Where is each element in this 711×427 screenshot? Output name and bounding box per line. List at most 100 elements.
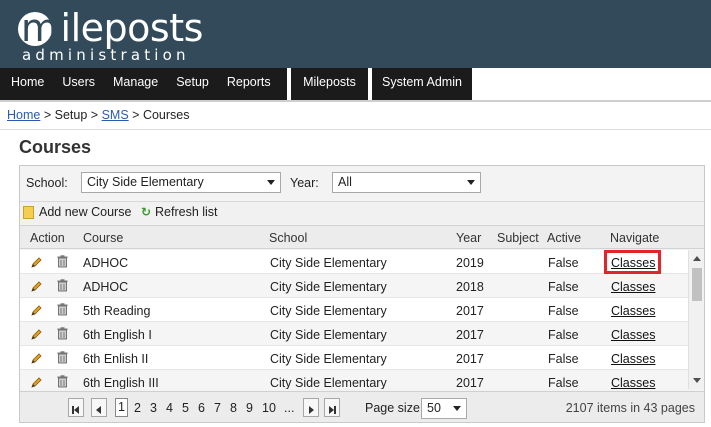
prev-page-button[interactable] xyxy=(91,398,107,417)
course-name: 6th English I xyxy=(83,328,152,342)
pencil-icon[interactable] xyxy=(30,352,43,365)
school-select[interactable]: City Side Elementary xyxy=(81,172,281,193)
page-number[interactable]: 8 xyxy=(230,401,237,415)
classes-link[interactable]: Classes xyxy=(611,304,655,318)
prev-page-icon xyxy=(96,403,101,417)
nav-item-mileposts[interactable]: Mileposts xyxy=(294,68,365,100)
nav-item-home[interactable]: Home xyxy=(2,68,53,100)
trash-icon[interactable] xyxy=(57,375,68,388)
nav-group-main: Home Users Manage Setup Reports xyxy=(0,68,287,100)
school-name: City Side Elementary xyxy=(270,256,387,270)
column-header-action[interactable]: Action xyxy=(30,231,65,245)
trash-icon[interactable] xyxy=(57,279,68,292)
nav-item-users[interactable]: Users xyxy=(53,68,104,100)
courses-grid: ADHOC City Side Elementary 2019 False Cl… xyxy=(20,250,688,389)
year-select[interactable]: All xyxy=(332,172,481,193)
chevron-down-icon xyxy=(467,180,475,185)
page-number[interactable]: 6 xyxy=(198,401,205,415)
table-row: 6th English III City Side Elementary 201… xyxy=(20,370,688,389)
course-active: False xyxy=(548,280,579,294)
grid-scrollbar[interactable] xyxy=(688,250,704,389)
logo-wordmark: mileposts xyxy=(14,6,203,50)
refresh-list-button[interactable]: ↻ Refresh list xyxy=(141,205,218,219)
table-row: ADHOC City Side Elementary 2018 False Cl… xyxy=(20,274,688,298)
column-header-navigate[interactable]: Navigate xyxy=(610,231,659,245)
page-number[interactable]: 4 xyxy=(166,401,173,415)
course-name: 6th Enlish II xyxy=(83,352,149,366)
school-name: City Side Elementary xyxy=(270,280,387,294)
course-active: False xyxy=(548,304,579,318)
course-year: 2017 xyxy=(456,352,484,366)
page-add-icon xyxy=(23,205,34,219)
classes-link[interactable]: Classes xyxy=(611,376,655,389)
nav-item-manage[interactable]: Manage xyxy=(104,68,167,100)
nav-divider xyxy=(0,100,711,102)
pager-info: 2107 items in 43 pages xyxy=(565,401,695,415)
pencil-icon[interactable] xyxy=(30,280,43,293)
courses-panel: School: City Side Elementary Year: All A… xyxy=(19,165,705,423)
scroll-thumb[interactable] xyxy=(692,268,702,301)
breadcrumb-divider xyxy=(0,129,711,130)
course-active: False xyxy=(548,376,579,389)
main-nav: Home Users Manage Setup Reports Milepost… xyxy=(0,68,711,100)
trash-icon[interactable] xyxy=(57,351,68,364)
page-number-current[interactable]: 1 xyxy=(115,398,128,417)
trash-icon[interactable] xyxy=(57,255,68,268)
pencil-icon[interactable] xyxy=(30,328,43,341)
page-number[interactable]: 7 xyxy=(214,401,221,415)
refresh-list-label: Refresh list xyxy=(155,205,218,219)
breadcrumb: Home > Setup > SMS > Courses xyxy=(7,108,190,122)
breadcrumb-separator: > xyxy=(90,108,99,122)
page-number[interactable]: 10 xyxy=(262,401,276,415)
table-row: 6th Enlish II City Side Elementary 2017 … xyxy=(20,346,688,370)
next-page-icon xyxy=(309,403,314,417)
scroll-up-icon[interactable] xyxy=(693,256,701,261)
column-header-active[interactable]: Active xyxy=(547,231,581,245)
page-number[interactable]: 5 xyxy=(182,401,189,415)
page-size-select[interactable]: 50 xyxy=(421,398,467,419)
school-name: City Side Elementary xyxy=(270,304,387,318)
breadcrumb-separator: > xyxy=(43,108,52,122)
course-year: 2019 xyxy=(456,256,484,270)
course-year: 2017 xyxy=(456,304,484,318)
nav-group-mileposts: Mileposts xyxy=(291,68,368,100)
last-page-button[interactable] xyxy=(324,398,340,417)
page-number[interactable]: 3 xyxy=(150,401,157,415)
pencil-icon[interactable] xyxy=(30,376,43,389)
column-header-school[interactable]: School xyxy=(269,231,307,245)
classes-link[interactable]: Classes xyxy=(611,352,655,366)
breadcrumb-sms-link[interactable]: SMS xyxy=(102,108,129,122)
grid-toolbar: Add new Course ↻ Refresh list xyxy=(20,201,704,224)
nav-item-setup[interactable]: Setup xyxy=(167,68,218,100)
breadcrumb-home-link[interactable]: Home xyxy=(7,108,40,122)
course-name: ADHOC xyxy=(83,256,129,270)
first-page-button[interactable] xyxy=(68,398,84,417)
page-more[interactable]: ... xyxy=(284,401,294,415)
school-select-value: City Side Elementary xyxy=(87,175,204,189)
nav-item-reports[interactable]: Reports xyxy=(218,68,280,100)
table-row: 5th Reading City Side Elementary 2017 Fa… xyxy=(20,298,688,322)
add-course-button[interactable]: Add new Course xyxy=(23,205,131,219)
page-number[interactable]: 9 xyxy=(246,401,253,415)
nav-group-system-admin: System Admin xyxy=(372,68,472,100)
page-number[interactable]: 2 xyxy=(134,401,141,415)
column-header-course[interactable]: Course xyxy=(83,231,123,245)
trash-icon[interactable] xyxy=(57,303,68,316)
trash-icon[interactable] xyxy=(57,327,68,340)
next-page-button[interactable] xyxy=(303,398,319,417)
nav-item-system-admin[interactable]: System Admin xyxy=(373,68,471,100)
column-header-year[interactable]: Year xyxy=(456,231,481,245)
scroll-down-icon[interactable] xyxy=(693,378,701,383)
classes-link[interactable]: Classes xyxy=(611,280,655,294)
refresh-icon: ↻ xyxy=(141,205,152,219)
grid-header: Action Course School Year Subject Active… xyxy=(20,225,704,249)
column-header-subject[interactable]: Subject xyxy=(497,231,539,245)
pencil-icon[interactable] xyxy=(30,256,43,269)
first-page-icon xyxy=(72,403,79,417)
table-row: ADHOC City Side Elementary 2019 False Cl… xyxy=(20,250,688,274)
page-size-label: Page size: xyxy=(365,401,424,415)
pencil-icon[interactable] xyxy=(30,304,43,317)
mileposts-logo[interactable]: mileposts administration xyxy=(14,6,214,64)
logo-rest: ileposts xyxy=(60,6,204,50)
classes-link[interactable]: Classes xyxy=(611,328,655,342)
